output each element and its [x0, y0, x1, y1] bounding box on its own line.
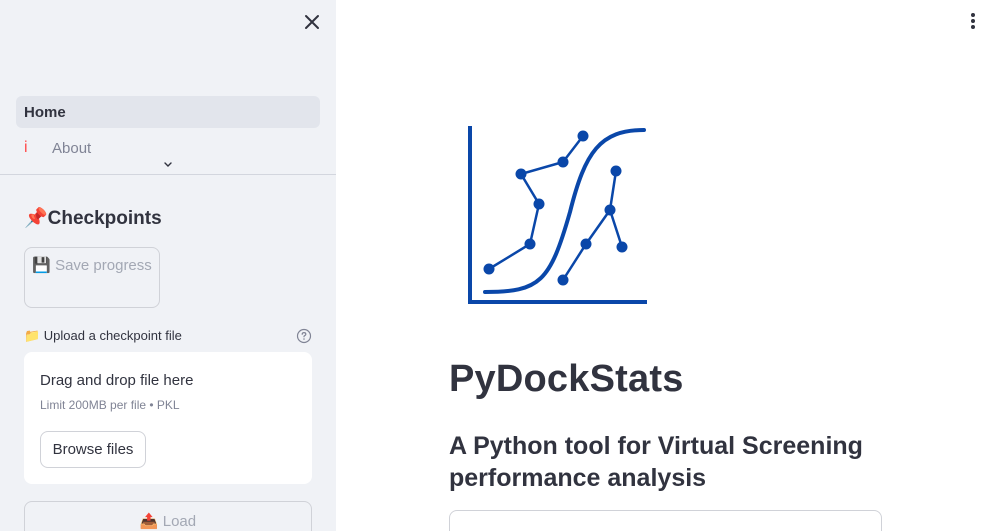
dropzone-title: Drag and drop file here — [40, 372, 194, 389]
kebab-menu-icon[interactable] — [964, 10, 982, 32]
app-title: PyDockStats — [449, 358, 684, 400]
close-icon[interactable] — [302, 12, 322, 32]
sidebar-divider — [0, 174, 336, 175]
save-progress-button[interactable]: 💾 Save progress — [24, 247, 160, 308]
load-button[interactable]: 📤 Load — [24, 501, 312, 531]
info-icon: i — [24, 139, 28, 156]
sidebar-item-label: Home — [24, 103, 66, 121]
content-box[interactable] — [449, 510, 882, 531]
dropzone-limit: Limit 200MB per file • PKL — [40, 398, 180, 412]
upload-label: 📁 Upload a checkpoint file — [24, 328, 182, 343]
browse-files-button[interactable]: Browse files — [40, 431, 146, 468]
sidebar-item-home[interactable]: Home — [16, 96, 320, 128]
sidebar: Home i About 📌Checkpoints 💾 Save progres… — [0, 0, 336, 531]
pydockstats-logo — [468, 126, 647, 304]
sidebar-item-label: About — [52, 139, 92, 157]
chevron-down-icon[interactable] — [160, 158, 176, 170]
help-circle-icon[interactable] — [296, 328, 312, 344]
app-subtitle: A Python tool for Virtual Screening perf… — [449, 432, 863, 492]
file-dropzone[interactable]: Drag and drop file here Limit 200MB per … — [24, 352, 312, 484]
checkpoints-heading: 📌Checkpoints — [24, 208, 162, 229]
